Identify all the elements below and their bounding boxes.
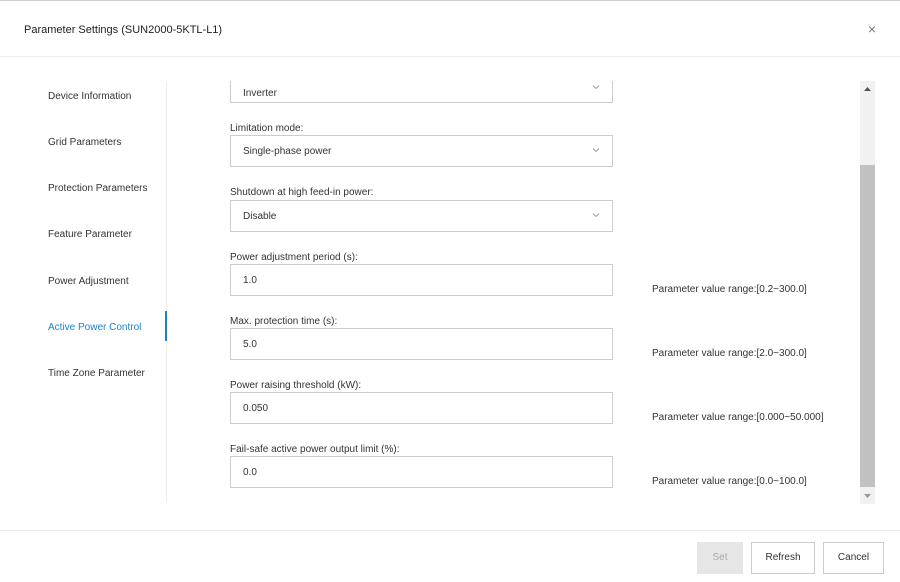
refresh-button[interactable]: Refresh bbox=[751, 542, 815, 574]
dialog-title: Parameter Settings (SUN2000-5KTL-L1) bbox=[24, 24, 223, 36]
shutdown-select[interactable]: Disable bbox=[230, 200, 613, 232]
dialog-header: Parameter Settings (SUN2000-5KTL-L1) × bbox=[0, 1, 900, 57]
nav-item-power-adjustment[interactable]: Power Adjustment bbox=[48, 276, 129, 287]
type-select-value: Inverter bbox=[243, 88, 277, 99]
nav-item-time-zone-parameter[interactable]: Time Zone Parameter bbox=[48, 368, 145, 379]
cancel-button[interactable]: Cancel bbox=[823, 542, 884, 574]
adjust-period-input[interactable]: 1.0 bbox=[230, 264, 613, 296]
adjust-period-label: Power adjustment period (s): bbox=[230, 252, 358, 263]
nav-item-device-information[interactable]: Device Information bbox=[48, 91, 131, 102]
shutdown-value: Disable bbox=[243, 211, 277, 222]
failsafe-limit-value: 0.0 bbox=[243, 467, 257, 478]
protection-time-label: Max. protection time (s): bbox=[230, 316, 338, 327]
protection-time-value: 5.0 bbox=[243, 339, 257, 350]
protection-time-range: Parameter value range:[2.0~300.0] bbox=[652, 348, 807, 359]
type-select[interactable]: Inverter bbox=[230, 81, 613, 103]
raising-threshold-range: Parameter value range:[0.000~50.000] bbox=[652, 412, 824, 423]
dialog-footer: Set Refresh Cancel bbox=[0, 530, 900, 582]
limitation-mode-select[interactable]: Single-phase power bbox=[230, 135, 613, 167]
scroll-up-icon[interactable] bbox=[860, 82, 875, 96]
set-button[interactable]: Set bbox=[697, 542, 743, 574]
side-nav: Device Information Grid Parameters Prote… bbox=[0, 81, 167, 503]
shutdown-label: Shutdown at high feed-in power: bbox=[230, 187, 374, 198]
parameter-settings-dialog: Parameter Settings (SUN2000-5KTL-L1) × D… bbox=[0, 0, 900, 581]
nav-item-protection-parameters[interactable]: Protection Parameters bbox=[48, 183, 148, 194]
nav-item-feature-parameter[interactable]: Feature Parameter bbox=[48, 229, 132, 240]
nav-item-grid-parameters[interactable]: Grid Parameters bbox=[48, 137, 121, 148]
raising-threshold-value: 0.050 bbox=[243, 403, 269, 414]
scroll-down-icon[interactable] bbox=[860, 489, 875, 503]
adjust-period-range: Parameter value range:[0.2~300.0] bbox=[652, 284, 807, 295]
content-scrollbar[interactable] bbox=[860, 81, 875, 504]
adjust-period-value: 1.0 bbox=[243, 275, 257, 286]
protection-time-input[interactable]: 5.0 bbox=[230, 328, 613, 360]
raising-threshold-label: Power raising threshold (kW): bbox=[230, 380, 362, 391]
failsafe-limit-range: Parameter value range:[0.0~100.0] bbox=[652, 476, 807, 487]
limitation-mode-label: Limitation mode: bbox=[230, 123, 304, 134]
scroll-thumb[interactable] bbox=[860, 165, 875, 487]
limitation-mode-value: Single-phase power bbox=[243, 146, 332, 157]
chevron-down-icon bbox=[592, 213, 600, 218]
failsafe-limit-input[interactable]: 0.0 bbox=[230, 456, 613, 488]
chevron-down-icon bbox=[592, 85, 600, 90]
form-content: Inverter Limitation mode: Single-phase p… bbox=[167, 81, 857, 503]
chevron-down-icon bbox=[592, 148, 600, 153]
nav-item-active-power-control[interactable]: Active Power Control bbox=[48, 322, 141, 333]
raising-threshold-input[interactable]: 0.050 bbox=[230, 392, 613, 424]
close-icon[interactable]: × bbox=[864, 21, 880, 37]
failsafe-limit-label: Fail-safe active power output limit (%): bbox=[230, 444, 400, 455]
